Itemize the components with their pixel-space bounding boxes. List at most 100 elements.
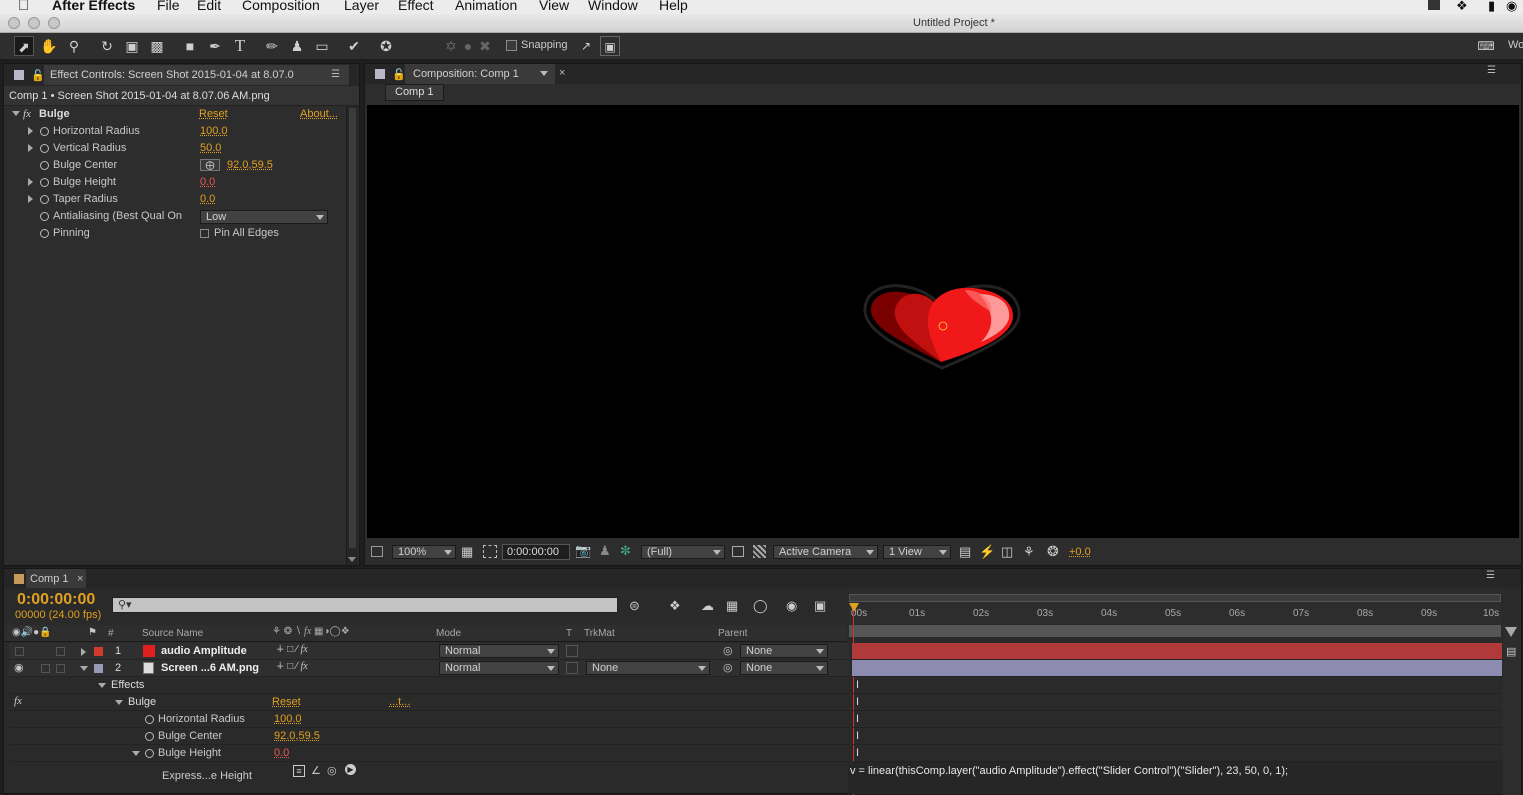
layer-label-color[interactable] (94, 647, 103, 656)
stopwatch-icon[interactable] (40, 161, 49, 170)
horizontal-radius-value[interactable]: 100.0 (274, 713, 302, 725)
layer-label-color[interactable] (94, 664, 103, 673)
pin-all-edges-checkbox[interactable]: Pin All Edges (200, 227, 279, 239)
zoom-slider-icon[interactable] (1505, 627, 1517, 637)
bulge-center-value[interactable]: 92.0,59.5 (227, 159, 273, 171)
frame-blending-icon[interactable]: ▦ (726, 598, 738, 614)
pen-tool-icon[interactable]: ✒ (205, 36, 225, 56)
bulge-height-value[interactable]: 0.0 (200, 176, 215, 188)
menu-layer[interactable]: Layer (344, 0, 379, 13)
preserve-transparency-toggle[interactable] (566, 645, 578, 657)
exposure-value[interactable]: +0.0 (1069, 546, 1091, 558)
layer-name[interactable]: Screen ...6 AM.png (161, 662, 259, 674)
collapse-bulge-icon[interactable] (115, 700, 123, 705)
mode-dropdown[interactable]: Normal (439, 644, 559, 658)
snapping-checkbox[interactable] (506, 40, 517, 51)
time-ruler[interactable]: 00s 01s 02s 03s 04s 05s 06s 07s 08s 09s … (849, 591, 1501, 624)
brush-tool-icon[interactable]: ✏ (262, 36, 282, 56)
lock-icon[interactable]: 🔓 (392, 68, 406, 81)
menu-edit[interactable]: Edit (197, 0, 221, 13)
expression-enable-icon[interactable]: ≡ (293, 765, 305, 777)
status-icon[interactable] (1428, 0, 1440, 10)
tab-effect-controls[interactable]: Effect Controls: Screen Shot 2015-01-04 … (44, 65, 349, 85)
dropbox-icon[interactable]: ❖ (1456, 0, 1468, 14)
prop-row-bulge-center[interactable]: Bulge Center 92.0,59.5 (9, 728, 849, 745)
close-tab-icon[interactable]: × (559, 67, 565, 79)
checkbox-box[interactable] (200, 229, 209, 238)
draft-3d-icon[interactable]: ❖ (669, 598, 681, 614)
menu-help[interactable]: Help (659, 0, 688, 13)
stopwatch-icon[interactable] (40, 229, 49, 238)
expand-layer-icon[interactable] (81, 648, 86, 656)
current-time-field[interactable]: 0:00:00:00 (502, 544, 570, 560)
rectangle-tool-icon[interactable]: ■ (180, 36, 200, 56)
bulge-effect-row[interactable]: fx Bulge Reset ...t... (9, 694, 849, 711)
collapse-layer-icon[interactable] (80, 666, 88, 671)
comment-icon[interactable]: ▤ (1506, 645, 1516, 658)
parent-dropdown[interactable]: None (740, 661, 828, 675)
scroll-down-icon[interactable] (348, 557, 356, 562)
comp-mini-flowchart-icon[interactable]: ⊜ (629, 598, 640, 614)
brainstorm-icon[interactable]: ▣ (814, 598, 826, 614)
mode-dropdown[interactable]: Normal (439, 661, 559, 675)
lock-toggle[interactable] (56, 647, 65, 656)
stopwatch-icon[interactable] (145, 749, 154, 758)
collapse-bulge-icon[interactable] (12, 111, 20, 116)
crosshair-icon[interactable]: ⨁ (200, 159, 220, 171)
fast-previews-icon[interactable] (732, 546, 744, 557)
effect-about-link[interactable]: About... (300, 108, 338, 120)
lock-toggle[interactable] (56, 664, 65, 673)
pick-whip-icon[interactable]: ◎ (723, 644, 733, 657)
puppet-tool-icon[interactable]: ✪ (376, 36, 396, 56)
snapshot-icon[interactable]: 📷 (575, 543, 591, 559)
motion-blur-icon[interactable]: ◯ (753, 598, 768, 614)
horizontal-radius-value[interactable]: 100.0 (200, 125, 228, 137)
antialiasing-dropdown[interactable]: Low (200, 210, 328, 224)
comp-breadcrumb[interactable]: Comp 1 (385, 84, 444, 101)
graph-editor-icon[interactable]: ◉ (786, 598, 797, 614)
fx-icon[interactable]: fx (14, 695, 22, 707)
clone-stamp-tool-icon[interactable]: ♟ (287, 36, 307, 56)
menu-file[interactable]: File (157, 0, 180, 13)
shy-layers-icon[interactable]: ☁ (701, 598, 714, 614)
composition-tab-dropdown[interactable] (539, 67, 551, 79)
rotate-tool-icon[interactable]: ↻ (97, 36, 117, 56)
zoom-dropdown[interactable]: 100% (392, 545, 456, 559)
collapse-bulge-height-icon[interactable] (132, 751, 140, 756)
bulge-height-value[interactable]: 0.0 (274, 747, 289, 759)
region-of-interest-icon[interactable] (483, 545, 497, 558)
show-snapshot-icon[interactable]: ♟ (599, 543, 611, 559)
stopwatch-icon[interactable] (40, 212, 49, 221)
flowchart-icon[interactable]: ⚘ (1023, 544, 1035, 560)
expression-graph-icon[interactable]: ∠ (311, 764, 321, 777)
app-menu[interactable]: After Effects (52, 0, 135, 13)
expand-icon[interactable] (28, 195, 33, 203)
menu-animation[interactable]: Animation (455, 0, 517, 13)
menu-effect[interactable]: Effect (398, 0, 434, 13)
grid-icon[interactable]: ▦ (461, 544, 473, 560)
prop-row-bulge-height[interactable]: Bulge Height 0.0 (9, 745, 849, 762)
current-time-indicator[interactable] (849, 603, 859, 612)
effect-controls-scrollbar[interactable] (346, 106, 358, 565)
camera-tool-icon[interactable]: ▣ (122, 36, 142, 56)
expression-editor[interactable]: v = linear(thisComp.layer("audio Amplitu… (848, 762, 1508, 794)
bulge-center-value[interactable]: 92.0,59.5 (274, 730, 320, 742)
pan-behind-tool-icon[interactable]: ▩ (147, 36, 167, 56)
bulge-reset-button[interactable]: Reset (272, 696, 301, 708)
timeline-timecode[interactable]: 0:00:00:00 (17, 591, 95, 609)
solo-toggle[interactable] (41, 664, 50, 673)
close-tab-icon[interactable]: × (77, 569, 83, 589)
menu-view[interactable]: View (539, 0, 569, 13)
views-dropdown[interactable]: 1 View (883, 545, 951, 559)
effect-reset-button[interactable]: Reset (199, 108, 228, 120)
minimize-window-button[interactable] (28, 17, 40, 29)
scrollbar-thumb[interactable] (349, 108, 356, 548)
menu-window[interactable]: Window (588, 0, 638, 13)
selection-tool-icon[interactable]: ⬈ (14, 36, 34, 56)
workspace-icon[interactable]: ⌨ (1476, 36, 1496, 56)
axis-view-icon[interactable]: ✖ (475, 36, 495, 56)
layer-1-track-bar[interactable] (852, 643, 1502, 660)
stopwatch-icon[interactable] (40, 127, 49, 136)
expand-icon[interactable] (28, 144, 33, 152)
snap-edges-icon[interactable]: ↗ (576, 36, 596, 56)
